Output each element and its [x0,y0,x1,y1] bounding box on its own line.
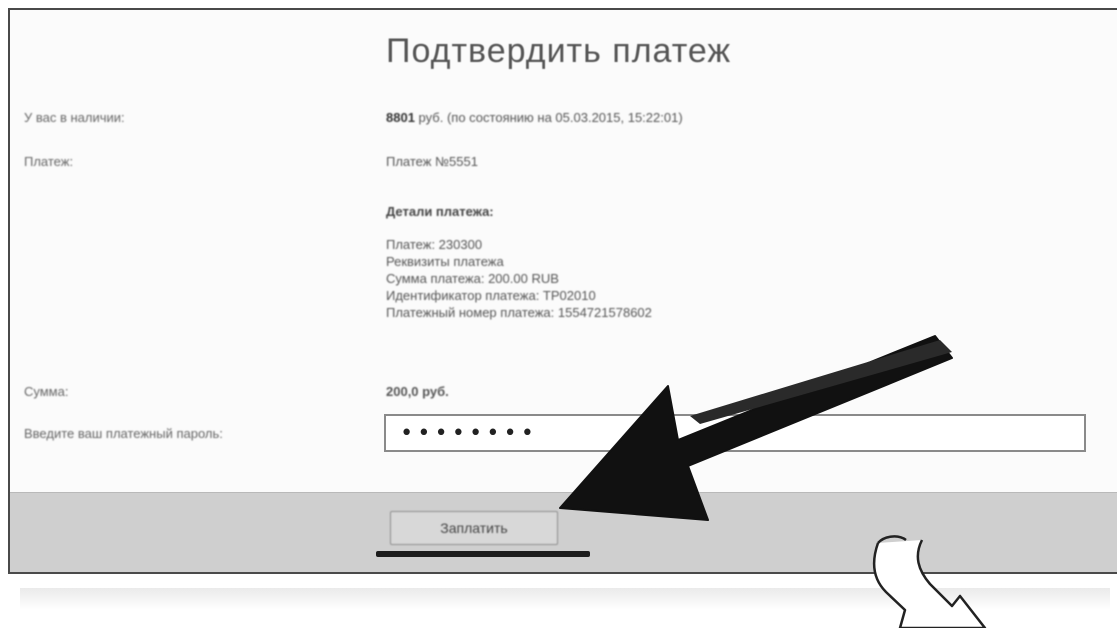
cursor-arrow-icon [872,535,987,628]
annotation-overlay [559,335,987,628]
pointer-arrow-icon [559,335,953,521]
